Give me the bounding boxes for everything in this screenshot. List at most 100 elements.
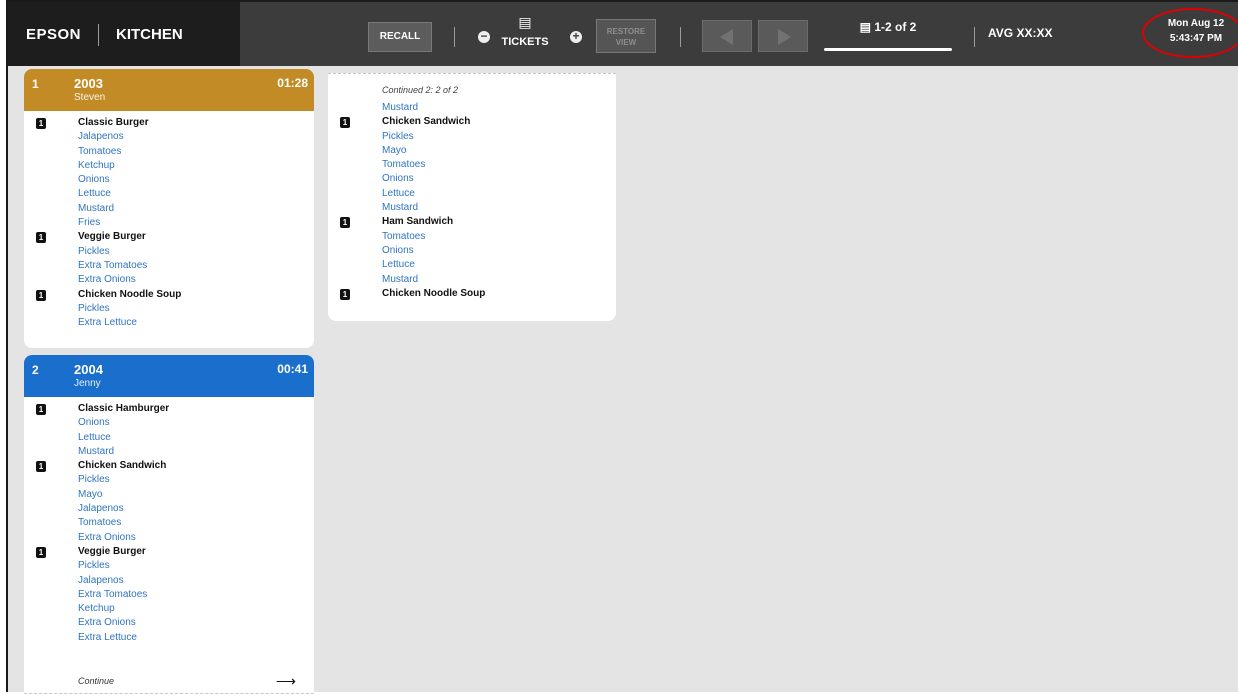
recall-button[interactable]: RECALL — [368, 22, 432, 52]
order-item[interactable]: 1 Classic Burger — [24, 116, 314, 130]
divider — [98, 24, 99, 46]
order-item[interactable]: 1 Veggie Burger — [24, 545, 314, 559]
modifier-text: Pickles — [78, 302, 110, 314]
modifier-text: Onions — [78, 174, 110, 186]
prev-arrow-icon — [720, 29, 733, 45]
item-modifier[interactable]: Jalapenos — [24, 502, 314, 516]
tickets-label: TICKETS — [501, 36, 549, 48]
item-modifier[interactable]: Pickles — [24, 245, 314, 259]
item-name: Chicken Noodle Soup — [78, 288, 182, 300]
modifier-text: Mustard — [78, 445, 115, 457]
item-modifier[interactable]: Mustard — [24, 202, 314, 216]
item-modifier[interactable]: Mustard — [24, 445, 314, 459]
ticket-card[interactable]: 2 2004 Jenny 00:41 1 Classic Hamburger Oni… — [24, 355, 314, 694]
order-item[interactable]: 1 Chicken Sandwich — [24, 459, 314, 473]
item-modifier[interactable]: Extra Tomatoes — [24, 588, 314, 602]
item-modifier[interactable]: Onions — [24, 173, 314, 187]
order-number: 2004 — [74, 362, 103, 377]
modifier-text: Lettuce — [78, 188, 111, 200]
item-modifier[interactable]: Mustard — [328, 101, 616, 115]
document-icon: ▤ — [859, 20, 871, 34]
item-modifier[interactable]: Ketchup — [24, 602, 314, 616]
modifier-text: Extra Tomatoes — [78, 259, 148, 271]
item-modifier[interactable]: Extra Lettuce — [24, 631, 314, 645]
divider — [680, 27, 681, 47]
quantity-badge: 1 — [36, 289, 46, 301]
item-modifier[interactable]: Mustard — [328, 273, 616, 287]
item-modifier[interactable]: Pickles — [24, 473, 314, 487]
item-modifier[interactable]: Jalapenos — [24, 130, 314, 144]
modifier-text: Onions — [382, 173, 414, 185]
item-modifier[interactable]: Tomatoes — [328, 158, 616, 172]
prev-page-button[interactable] — [702, 20, 752, 52]
restore-view-button[interactable]: RESTORE VIEW — [596, 19, 656, 53]
item-modifier[interactable]: Tomatoes — [24, 145, 314, 159]
item-modifier[interactable]: Extra Onions — [24, 531, 314, 545]
arrow-right-icon[interactable]: ⟶ — [276, 673, 296, 690]
modifier-text: Extra Onions — [78, 617, 136, 629]
item-modifier[interactable]: Lettuce — [328, 187, 616, 201]
modifier-text: Onions — [382, 244, 414, 256]
ticket-header[interactable]: 2 2004 Jenny 00:41 — [24, 355, 314, 397]
item-modifier[interactable]: Tomatoes — [328, 230, 616, 244]
item-modifier[interactable]: Extra Lettuce — [24, 316, 314, 330]
item-modifier[interactable]: Onions — [328, 172, 616, 186]
modifier-text: Extra Lettuce — [78, 631, 137, 643]
item-modifier[interactable]: Tomatoes — [24, 516, 314, 530]
minus-icon[interactable]: − — [478, 30, 490, 43]
ticket-continuation-card[interactable]: Continued 2: 2 of 2 Mustard 1 Chicken Sand… — [328, 73, 616, 321]
document-icon: ▤ — [518, 14, 532, 30]
item-modifier[interactable]: Lettuce — [24, 431, 314, 445]
modifier-text: Extra Tomatoes — [78, 588, 148, 600]
item-modifier[interactable]: Ketchup — [24, 159, 314, 173]
ticket-index: 2 — [32, 363, 39, 377]
item-modifier[interactable]: Pickles — [24, 559, 314, 573]
order-number: 2003 — [74, 76, 103, 91]
plus-icon[interactable]: + — [570, 30, 582, 43]
order-item[interactable]: 1 Ham Sandwich — [328, 215, 616, 229]
item-name: Ham Sandwich — [382, 216, 454, 228]
item-modifier[interactable]: Onions — [24, 416, 314, 430]
quantity-badge: 1 — [36, 404, 46, 415]
item-modifier[interactable]: Lettuce — [24, 187, 314, 201]
quantity-badge: 1 — [340, 217, 350, 229]
modifier-text: Tomatoes — [78, 145, 122, 157]
customer-name: Jenny — [74, 378, 101, 389]
next-page-button[interactable] — [758, 20, 808, 52]
item-name: Chicken Sandwich — [78, 460, 167, 472]
quantity-badge: 1 — [36, 232, 46, 244]
ticket-card[interactable]: 1 2003 Steven 01:28 1 Classic Burger Jalap… — [24, 69, 314, 348]
item-modifier[interactable]: Jalapenos — [24, 574, 314, 588]
order-item[interactable]: 1 Classic Hamburger — [24, 402, 314, 416]
item-modifier[interactable]: Onions — [328, 244, 616, 258]
order-item[interactable]: 1 Chicken Sandwich — [328, 115, 616, 129]
modifier-text: Mayo — [78, 488, 103, 500]
order-item[interactable]: 1 Veggie Burger — [24, 230, 314, 244]
order-item[interactable]: 1 Chicken Noodle Soup — [328, 287, 616, 301]
customer-name: Steven — [74, 92, 106, 103]
ticket-items: 1 Classic Burger Jalapenos Tomatoes Ketchup O… — [24, 111, 314, 330]
modifier-text: Tomatoes — [382, 159, 426, 171]
brand-logo: EPSON — [26, 26, 82, 43]
item-modifier[interactable]: Fries — [24, 216, 314, 230]
item-modifier[interactable]: Mayo — [24, 488, 314, 502]
item-modifier[interactable]: Extra Onions — [24, 616, 314, 630]
page-indicator: ▤ 1-2 of 2 — [826, 20, 950, 34]
modifier-text: Tomatoes — [78, 517, 122, 529]
item-modifier[interactable]: Mayo — [328, 144, 616, 158]
ticket-header[interactable]: 1 2003 Steven 01:28 — [24, 69, 314, 111]
item-modifier[interactable]: Lettuce — [328, 258, 616, 272]
item-modifier[interactable]: Pickles — [24, 302, 314, 316]
item-modifier[interactable]: Extra Tomatoes — [24, 259, 314, 273]
order-item[interactable]: 1 Chicken Noodle Soup — [24, 288, 314, 302]
item-modifier[interactable]: Mustard — [328, 201, 616, 215]
page-indicator-text: 1-2 of 2 — [874, 20, 917, 34]
item-name: Veggie Burger — [78, 545, 146, 557]
modifier-text: Extra Onions — [78, 531, 136, 543]
divider — [974, 27, 975, 47]
item-modifier[interactable]: Pickles — [328, 130, 616, 144]
modifier-text: Fries — [78, 217, 101, 229]
restore-label-2: VIEW — [615, 38, 637, 47]
modifier-text: Jalapenos — [78, 574, 124, 586]
item-modifier[interactable]: Extra Onions — [24, 273, 314, 287]
